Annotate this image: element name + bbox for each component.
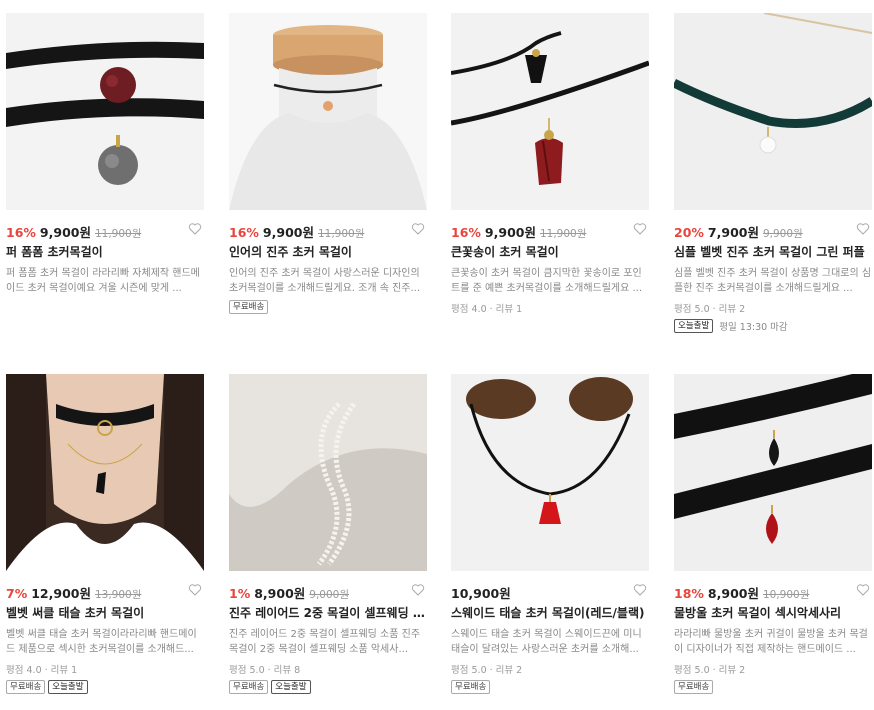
discount-rate: 16% [229,225,259,240]
product-title[interactable]: 퍼 폼폼 초커목걸이 [6,243,204,260]
original-price: 10,900원 [762,589,810,601]
original-price: 9,000원 [309,589,350,601]
product-description: 라라리빠 물방울 초커 귀걸이 물방울 초커 목걸이 디자이너가 직접 제작하는… [674,629,868,655]
discount-rate: 18% [674,586,704,601]
product-image[interactable] [229,374,427,571]
sale-price: 9,900원 [262,225,314,240]
product-title[interactable]: 인어의 진주 초커 목걸이 [229,243,427,260]
heart-icon[interactable] [633,222,647,236]
product-card[interactable]: 20% 7,900원 9,900원 심플 벨벳 진주 초커 목걸이 그린 퍼플 … [674,13,872,333]
product-description: 인어의 진주 초커 목걸이 사랑스러운 디자인의 초커목걸이를 소개해드릴게요.… [229,268,421,294]
product-description: 퍼 폼폼 초커 목걸이 라라리빠 자체제작 핸드메이드 초커 목걸이예요 겨울 … [6,268,200,294]
product-card[interactable]: 16% 9,900원 11,900원 퍼 폼폼 초커목걸이 퍼 폼폼 초커 목걸… [6,13,204,296]
badge-list: 오늘출발 평일 13:30 마감 [674,319,872,333]
free-shipping-badge: 무료배송 [229,680,269,694]
free-shipping-badge: 무료배송 [6,680,46,694]
product-title[interactable]: 심플 벨벳 진주 초커 목걸이 그린 퍼플 [674,243,872,260]
sale-price: 7,900원 [707,225,759,240]
free-shipping-badge: 무료배송 [451,680,491,694]
heart-icon[interactable] [188,222,202,236]
product-description: 큰꽃송이 초커 목걸이 큼지막한 꽃송이로 포인트를 준 예쁜 초커목걸이를 소… [451,268,643,294]
original-price: 9,900원 [762,228,803,240]
product-title[interactable]: 큰꽃송이 초커 목걸이 [451,243,649,260]
sale-price: 9,900원 [39,225,91,240]
product-card[interactable]: 10,900원 스웨이드 태슬 초커 목걸이(레드/블랙) 스웨이드 태슬 초커… [451,374,649,694]
badge-list: 무료배송 오늘출발 [229,680,427,694]
sale-price: 8,900원 [254,586,306,601]
product-image[interactable] [229,13,427,210]
product-title[interactable]: 진주 레이어드 2중 목걸이 셀프웨딩 촬... [229,604,427,621]
product-grid: 16% 9,900원 11,900원 퍼 폼폼 초커목걸이 퍼 폼폼 초커 목걸… [0,0,874,710]
product-image[interactable] [674,13,872,210]
product-title[interactable]: 스웨이드 태슬 초커 목걸이(레드/블랙) [451,604,649,621]
product-description: 스웨이드 태슬 초커 목걸이 스웨이드끈에 미니 태슬이 달려있는 사랑스러운 … [451,629,642,655]
original-price: 13,900원 [94,589,142,601]
free-shipping-badge: 무료배송 [229,300,269,314]
product-image[interactable] [674,374,872,571]
heart-icon[interactable] [188,583,202,597]
product-image[interactable] [451,374,649,571]
original-price: 11,900원 [94,228,142,240]
rating-review: 평점 5.0 · 리뷰 2 [451,665,523,676]
discount-rate: 16% [451,225,481,240]
today-dispatch-badge: 오늘출발 [674,319,714,333]
product-card[interactable]: 7% 12,900원 13,900원 벨벳 써클 태슬 초커 목걸이 벨벳 써클… [6,374,204,694]
rating-review: 평점 5.0 · 리뷰 8 [229,665,301,676]
free-shipping-badge: 무료배송 [674,680,714,694]
dispatch-cutoff: 평일 13:30 마감 [719,322,788,333]
product-image[interactable] [6,13,204,210]
product-card[interactable]: 1% 8,900원 9,000원 진주 레이어드 2중 목걸이 셀프웨딩 촬..… [229,374,427,694]
heart-icon[interactable] [411,583,425,597]
today-dispatch-badge: 오늘출발 [48,680,88,694]
product-title[interactable]: 물방울 초커 목걸이 섹시악세사리 [674,604,872,621]
original-price: 11,900원 [539,228,587,240]
heart-icon[interactable] [856,222,870,236]
product-card[interactable]: 16% 9,900원 11,900원 인어의 진주 초커 목걸이 인어의 진주 … [229,13,427,314]
discount-rate: 7% [6,586,28,601]
sale-price: 10,900원 [451,586,511,601]
original-price: 11,900원 [317,228,365,240]
rating-review: 평점 4.0 · 리뷰 1 [6,665,78,676]
discount-rate: 1% [229,586,251,601]
product-image[interactable] [451,13,649,210]
product-image[interactable] [6,374,204,571]
product-description: 심플 벨벳 진주 초커 목걸이 상품명 그대로의 심플한 진주 초커목걸이를 소… [674,268,872,294]
rating-review: 평점 4.0 · 리뷰 1 [451,304,523,315]
discount-rate: 20% [674,225,704,240]
sale-price: 9,900원 [484,225,536,240]
sale-price: 8,900원 [707,586,759,601]
badge-list: 무료배송 오늘출발 [6,680,204,694]
product-card[interactable]: 18% 8,900원 10,900원 물방울 초커 목걸이 섹시악세사리 라라리… [674,374,872,694]
rating-review: 평점 5.0 · 리뷰 2 [674,304,746,315]
heart-icon[interactable] [633,583,647,597]
product-description: 벨벳 써클 태슬 초커 목걸이라라리빠 핸드메이드 제품으로 섹시한 초커목걸이… [6,629,197,655]
heart-icon[interactable] [856,583,870,597]
product-card[interactable]: 16% 9,900원 11,900원 큰꽃송이 초커 목걸이 큰꽃송이 초커 목… [451,13,649,315]
sale-price: 12,900원 [31,586,91,601]
heart-icon[interactable] [411,222,425,236]
badge-list: 무료배송 [674,680,872,694]
product-title[interactable]: 벨벳 써클 태슬 초커 목걸이 [6,604,204,621]
badge-list: 무료배송 [451,680,649,694]
product-description: 진주 레이어드 2중 목걸이 셀프웨딩 소품 진주 목걸이 2중 목걸이 셀프웨… [229,629,421,655]
rating-review: 평점 5.0 · 리뷰 2 [674,665,746,676]
discount-rate: 16% [6,225,36,240]
today-dispatch-badge: 오늘출발 [271,680,311,694]
badge-list: 무료배송 [229,300,427,314]
